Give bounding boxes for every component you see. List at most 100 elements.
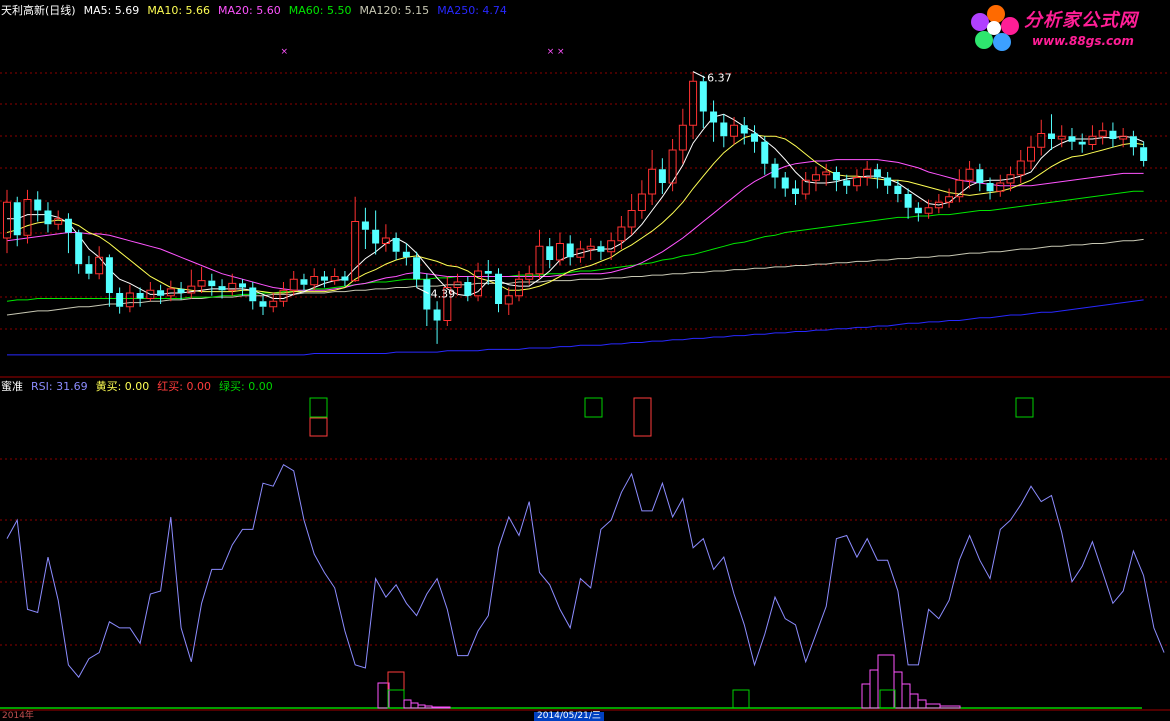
candle-body-down (64, 218, 72, 233)
candle (934, 194, 943, 214)
ma60-value: MA60: 5.50 (288, 4, 352, 17)
candle (23, 189, 32, 244)
candle (576, 240, 585, 263)
candle-body-down (13, 202, 21, 236)
ma5-line (7, 113, 1144, 299)
candle-body-down (320, 276, 328, 281)
candle-body-down (751, 133, 759, 142)
candle (555, 232, 564, 266)
candle-body-up (1027, 146, 1035, 162)
candle (976, 163, 984, 192)
candle-body-up (166, 288, 175, 297)
candle-body-down (413, 257, 421, 280)
cross-marker: × (547, 47, 555, 57)
candle (433, 301, 441, 344)
candle (546, 238, 554, 269)
candle-body-down (986, 183, 994, 192)
red-buy-label: 红买: (157, 380, 184, 393)
candle (689, 71, 698, 139)
candle (955, 169, 964, 203)
candle (884, 172, 892, 194)
candle (44, 202, 52, 233)
yellow-buy: 黄买: 0.00 (96, 378, 150, 396)
candle-body-down (791, 188, 799, 194)
candle-body-down (85, 264, 93, 274)
candle-body-down (658, 169, 666, 183)
red-buy-value: 0.00 (186, 380, 212, 393)
candle-body-down (914, 207, 922, 214)
candle (1068, 128, 1076, 150)
candle-body-up (648, 168, 657, 195)
candle (423, 273, 431, 326)
candle-body-down (177, 288, 185, 293)
date-cursor-label: 2014/05/21/三 (534, 712, 604, 721)
candle-body-up (351, 221, 360, 282)
candle-body-up (689, 80, 698, 126)
marker-layer: 6.374.39×××× (280, 47, 1137, 301)
magenta-histogram-bar (424, 705, 433, 709)
candle (1016, 150, 1025, 183)
candle (852, 169, 861, 192)
candle (811, 166, 820, 192)
candle-body-down (781, 177, 789, 189)
candle-body-down (566, 243, 574, 258)
candle-body-down (1047, 133, 1055, 139)
candle (392, 232, 400, 260)
candle-body-down (361, 221, 369, 230)
candle (443, 276, 452, 326)
candle (146, 282, 155, 302)
candle (402, 243, 410, 266)
candle-body-down (597, 246, 605, 252)
candle-body-down (884, 177, 892, 186)
candle-body-up (822, 171, 831, 176)
indicator-name: 蜜准 (1, 380, 23, 393)
magenta-histogram-bar (861, 683, 871, 709)
candle (208, 273, 216, 296)
chart-canvas: 6.374.39×××× (0, 47, 1170, 711)
candle (699, 75, 707, 128)
candle (781, 172, 789, 197)
candle (413, 251, 421, 288)
magenta-histogram-bar (431, 706, 451, 709)
candle (648, 150, 657, 205)
candle (1129, 130, 1137, 156)
ma10-line (6, 134, 1144, 294)
candle (894, 180, 902, 203)
candle (586, 238, 595, 260)
candle-body-down (402, 251, 410, 258)
green-buy-signal (309, 397, 328, 418)
magenta-histogram-bar (917, 699, 927, 709)
green-buy-value: 0.00 (248, 380, 273, 393)
candle-body-down (249, 287, 257, 302)
candle-body-down (1078, 141, 1086, 145)
candle (791, 180, 799, 205)
candle (761, 136, 769, 175)
magenta-histogram-bar (909, 693, 919, 709)
date-axis-first-label: 2014年 (2, 711, 34, 721)
stock-title: 天利高新(日线) (1, 4, 76, 17)
candle-body-up (637, 193, 646, 211)
candle (1088, 125, 1097, 150)
indicator-header: 蜜准 RSI: 31.69 黄买: 0.00 红买: 0.00 绿买: 0.00 (0, 378, 273, 396)
candle-body-down (44, 210, 52, 225)
candle (1140, 141, 1148, 167)
candle-body-down (136, 293, 144, 299)
candle (495, 268, 503, 313)
candle (259, 295, 267, 315)
candle-body-down (239, 283, 247, 288)
candle (1109, 122, 1117, 148)
ma5-value: MA5: 5.69 (83, 4, 140, 17)
ma120-value: MA120: 5.15 (359, 4, 430, 17)
candle (34, 191, 42, 222)
moving-average-layer (6, 113, 1144, 356)
candle-body-up (1119, 135, 1128, 140)
green-histogram-bar (732, 689, 750, 709)
candle (535, 229, 544, 280)
candle-body-down (1109, 130, 1117, 139)
candle (1027, 136, 1035, 170)
ma10-value: MA10: 5.66 (147, 4, 211, 17)
candle-body-up (924, 207, 933, 214)
high-pointer (692, 71, 706, 79)
candle (474, 262, 483, 302)
candle (464, 276, 472, 302)
